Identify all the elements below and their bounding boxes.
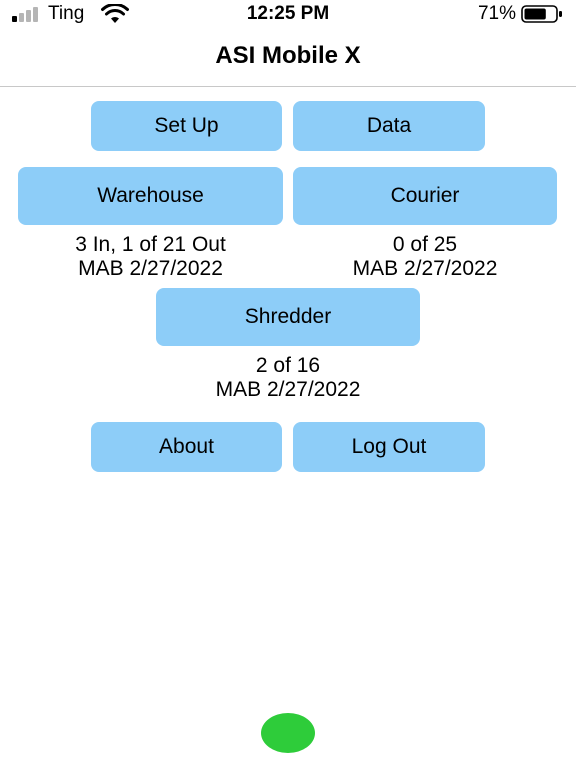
courier-user-date: MAB 2/27/2022 xyxy=(352,257,498,280)
shredder-count: 2 of 16 xyxy=(255,354,321,377)
data-button[interactable]: Data xyxy=(293,101,485,151)
battery-icon xyxy=(521,5,562,23)
about-button[interactable]: About xyxy=(91,422,282,472)
shredder-user-date: MAB 2/27/2022 xyxy=(215,378,361,401)
status-bar: Ting 12:25 PM 71% xyxy=(0,0,576,30)
courier-info: 0 of 25 MAB 2/27/2022 xyxy=(293,233,557,281)
logout-button[interactable]: Log Out xyxy=(293,422,485,472)
navigation-bar: ASI Mobile X xyxy=(0,30,576,87)
setup-button[interactable]: Set Up xyxy=(91,101,282,151)
warehouse-button[interactable]: Warehouse xyxy=(18,167,283,225)
courier-count: 0 of 25 xyxy=(392,233,458,256)
warehouse-info: 3 In, 1 of 21 Out MAB 2/27/2022 xyxy=(18,233,283,281)
courier-button[interactable]: Courier xyxy=(293,167,557,225)
shredder-info: 2 of 16 MAB 2/27/2022 xyxy=(156,354,420,402)
warehouse-count: 3 In, 1 of 21 Out xyxy=(75,233,226,256)
app-screen: Ting 12:25 PM 71% ASI Mobile X Set Up Da… xyxy=(0,0,576,768)
battery-percent: 71% xyxy=(477,3,516,24)
warehouse-user-date: MAB 2/27/2022 xyxy=(78,257,223,280)
connection-status-dot xyxy=(261,713,315,753)
shredder-button[interactable]: Shredder xyxy=(156,288,420,346)
page-title: ASI Mobile X xyxy=(215,42,361,69)
